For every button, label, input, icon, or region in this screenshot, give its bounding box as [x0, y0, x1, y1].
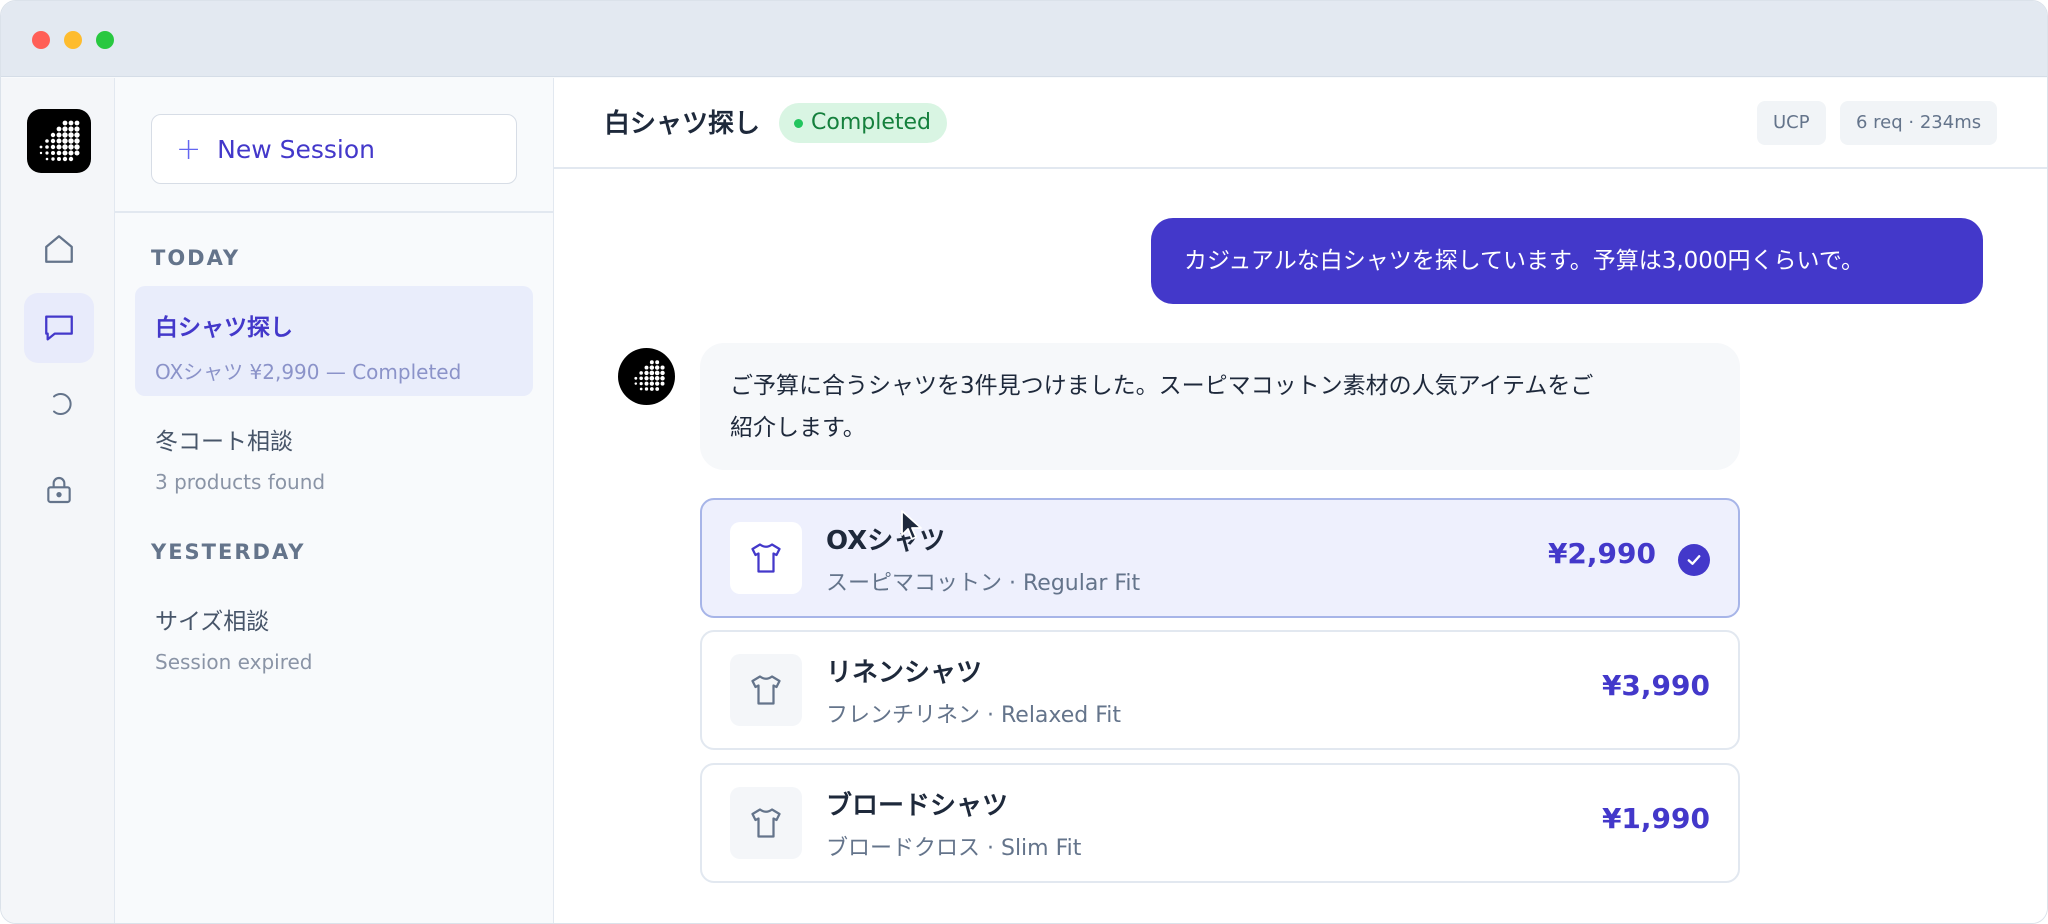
- chat-header: 白シャツ探し Completed UCP 6 req · 234ms: [554, 78, 2047, 169]
- rail-lock-button[interactable]: [24, 455, 94, 525]
- sessions-sidebar: + New Session TODAY 白シャツ探し OXシャツ ¥2,990 …: [115, 78, 554, 923]
- group-label-yesterday: YESTERDAY: [151, 540, 306, 564]
- session-title: サイズ相談: [155, 609, 270, 635]
- chat-title: 白シャツ探し: [604, 109, 761, 139]
- session-title: 白シャツ探し: [155, 315, 293, 341]
- minimize-window-button[interactable]: [64, 31, 82, 49]
- product-name: OXシャツ: [826, 526, 946, 556]
- rail-home-button[interactable]: [24, 214, 94, 284]
- group-label-today: TODAY: [151, 246, 241, 270]
- product-thumbnail: [730, 654, 802, 726]
- session-item[interactable]: 白シャツ探し OXシャツ ¥2,990 — Completed: [135, 286, 533, 396]
- chat-panel: 白シャツ探し Completed UCP 6 req · 234ms カジュアル…: [554, 78, 2047, 923]
- sidebar-divider: [115, 211, 554, 213]
- product-card[interactable]: OXシャツ スーピマコットン · Regular Fit ¥2,990: [700, 498, 1740, 618]
- session-title: 冬コート相談: [155, 429, 293, 455]
- icon-rail: [1, 78, 115, 923]
- dotted-logo-icon: [39, 120, 80, 162]
- session-subtitle: Session expired: [155, 650, 313, 674]
- product-thumbnail: [730, 787, 802, 859]
- assistant-message-line: ご予算に合うシャツを3件見つけました。スーピマコットン素材の人気アイテムをご: [730, 373, 1594, 399]
- assistant-message-bubble: ご予算に合うシャツを3件見つけました。スーピマコットン素材の人気アイテムをご 紹…: [700, 343, 1740, 470]
- product-price: ¥2,990: [1547, 537, 1656, 570]
- product-name: リネンシャツ: [826, 658, 983, 688]
- status-badge: Completed: [779, 103, 947, 143]
- new-session-button[interactable]: + New Session: [151, 114, 517, 184]
- session-item[interactable]: 冬コート相談 3 products found: [135, 400, 533, 510]
- assistant-avatar: [618, 348, 675, 405]
- app-logo[interactable]: [27, 109, 91, 173]
- product-price: ¥3,990: [1601, 669, 1710, 702]
- product-price: ¥1,990: [1601, 802, 1710, 835]
- session-subtitle: OXシャツ ¥2,990 — Completed: [155, 360, 462, 384]
- close-window-button[interactable]: [32, 31, 50, 49]
- app-window: + New Session TODAY 白シャツ探し OXシャツ ¥2,990 …: [0, 0, 2048, 924]
- tshirt-icon: [751, 543, 781, 573]
- plus-icon: +: [176, 131, 202, 167]
- tshirt-icon: [751, 808, 781, 838]
- home-icon: [45, 235, 73, 263]
- product-card[interactable]: ブロードシャツ ブロードクロス · Slim Fit ¥1,990: [700, 763, 1740, 883]
- protocol-chip: UCP: [1757, 101, 1826, 145]
- lock-icon: [47, 477, 71, 504]
- user-message-bubble: カジュアルな白シャツを探しています。予算は3,000円くらいで。: [1151, 218, 1983, 304]
- product-thumbnail: [730, 522, 802, 594]
- new-session-label: New Session: [217, 134, 376, 164]
- assistant-message-line: 紹介します。: [730, 415, 866, 441]
- status-dot-icon: [794, 119, 803, 128]
- title-bar: [1, 1, 2047, 77]
- product-card[interactable]: リネンシャツ フレンチリネン · Relaxed Fit ¥3,990: [700, 630, 1740, 750]
- selected-check-icon: [1678, 544, 1710, 576]
- zoom-window-button[interactable]: [96, 31, 114, 49]
- chat-icon: [45, 315, 73, 341]
- product-description: スーピマコットン · Regular Fit: [826, 571, 1141, 596]
- session-item[interactable]: サイズ相談 Session expired: [135, 580, 533, 690]
- product-description: ブロードクロス · Slim Fit: [826, 836, 1082, 861]
- dotted-logo-icon: [634, 360, 665, 391]
- product-description: フレンチリネン · Relaxed Fit: [826, 703, 1122, 728]
- rail-refresh-button[interactable]: [24, 369, 94, 439]
- rail-chat-button[interactable]: [24, 293, 94, 363]
- product-name: ブロードシャツ: [826, 791, 1009, 821]
- status-text: Completed: [811, 110, 931, 135]
- request-stats-chip: 6 req · 234ms: [1840, 101, 1998, 145]
- mouse-cursor-icon: [901, 510, 922, 540]
- tshirt-icon: [751, 675, 781, 705]
- refresh-icon: [53, 393, 72, 415]
- session-subtitle: 3 products found: [155, 470, 326, 494]
